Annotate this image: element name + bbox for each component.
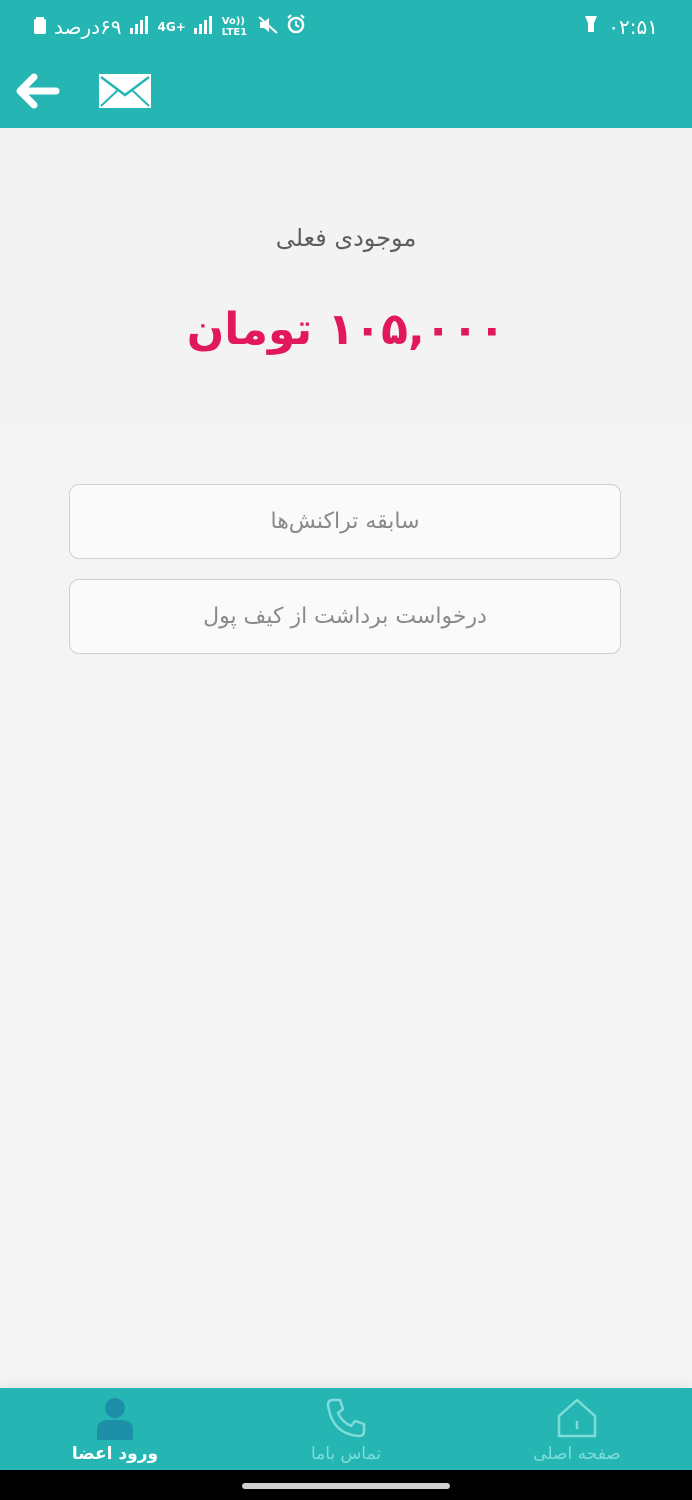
home-indicator[interactable] [242, 1483, 450, 1489]
bottom-nav: ورود اعضا تماس باما صفحه اصلی [0, 1388, 692, 1470]
content-area: سابقه تراکنش‌ها درخواست برداشت از کیف پو… [0, 428, 692, 1388]
nav-item-login[interactable]: ورود اعضا [0, 1388, 230, 1470]
transaction-history-button[interactable]: سابقه تراکنش‌ها [69, 484, 621, 559]
battery-icon [34, 15, 46, 39]
status-time: ۰۲:۵۱ [608, 14, 658, 39]
mute-icon [258, 15, 278, 39]
system-nav-bar [0, 1470, 692, 1500]
nav-item-home[interactable]: صفحه اصلی [462, 1388, 692, 1470]
nav-label-login: ورود اعضا [71, 1444, 159, 1464]
balance-amount: ۱۰۵,۰۰۰ تومان [186, 304, 506, 355]
mail-button[interactable] [98, 72, 152, 110]
status-right: ۰۲:۵۱ [582, 14, 658, 39]
status-left: ۶۹درصد 4G+ Vo)) LTE1 [34, 14, 306, 39]
nav-item-contact[interactable]: تماس باما [231, 1388, 461, 1470]
flashlight-icon [582, 14, 600, 39]
balance-section: موجودی فعلی ۱۰۵,۰۰۰ تومان [0, 128, 692, 428]
user-icon [97, 1398, 133, 1440]
balance-label: موجودی فعلی [275, 224, 417, 252]
signal-icon [129, 15, 150, 39]
status-bar: ۰۲:۵۱ ۶۹درصد 4G+ Vo)) LTE1 [0, 0, 692, 54]
phone-icon [326, 1398, 366, 1438]
withdraw-request-button[interactable]: درخواست برداشت از کیف پول [69, 579, 621, 654]
nav-label-home: صفحه اصلی [533, 1444, 621, 1464]
home-icon [557, 1398, 597, 1438]
network-4g-label: 4G+ [157, 19, 186, 34]
back-arrow-icon [16, 73, 60, 109]
back-button[interactable] [12, 70, 62, 112]
mail-icon [99, 74, 151, 108]
signal-icon-2 [193, 15, 214, 39]
battery-text: ۶۹درصد [54, 14, 122, 39]
volte-label: Vo)) LTE1 [221, 15, 248, 38]
app-bar [0, 54, 692, 128]
alarm-icon [286, 14, 306, 39]
nav-label-contact: تماس باما [310, 1444, 382, 1464]
